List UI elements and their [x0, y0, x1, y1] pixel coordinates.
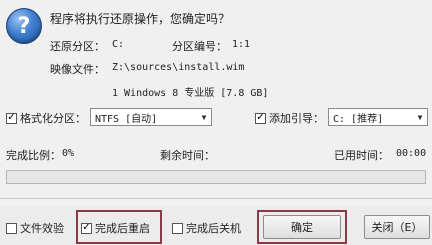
- confirm-question: 程序将执行还原操作，您确定吗？: [50, 12, 231, 26]
- complete-ratio-value: 0%: [62, 148, 75, 159]
- image-entry[interactable]: 1 Windows 8 专业版 [7.8 GB]: [112, 84, 268, 99]
- add-bootloader-label: 添加引导：: [269, 112, 324, 125]
- close-button[interactable]: 关闭（E）: [364, 215, 430, 239]
- chevron-down-icon: ▼: [417, 112, 423, 122]
- restore-partition-value: C:: [112, 39, 125, 50]
- format-partition-option[interactable]: ✓ 格式化分区：: [6, 110, 86, 126]
- elapsed-time-value: 00:00: [396, 148, 427, 159]
- partition-number-value: 1:1: [232, 39, 251, 50]
- format-partition-checkbox[interactable]: ✓: [6, 112, 17, 124]
- file-verify-checkbox[interactable]: [6, 222, 17, 234]
- file-verify-label: 文件效验: [20, 222, 64, 235]
- partition-number-label: 分区编号：: [172, 40, 227, 53]
- shutdown-after-label: 完成后关机: [186, 222, 241, 235]
- chevron-down-icon: ▼: [201, 112, 207, 122]
- progress-bar: [6, 170, 426, 184]
- question-icon: ?: [6, 8, 42, 44]
- add-bootloader-option[interactable]: ✓ 添加引导：: [255, 110, 324, 126]
- shutdown-after-option[interactable]: 完成后关机: [172, 220, 241, 236]
- filesystem-select-value: NTFS [自动]: [95, 113, 158, 125]
- image-file-label: 映像文件：: [50, 63, 105, 76]
- elapsed-time-label: 已用时间：: [334, 149, 389, 162]
- boot-drive-select-value: C: [推荐]: [333, 113, 384, 125]
- format-partition-label: 格式化分区：: [20, 112, 86, 125]
- remaining-time-label: 剩余时间：: [160, 149, 215, 162]
- complete-ratio-label: 完成比例：: [6, 149, 61, 162]
- restore-partition-label: 还原分区：: [50, 40, 105, 53]
- restart-after-option[interactable]: ✓ 完成后重启: [81, 220, 150, 236]
- shutdown-after-checkbox[interactable]: [172, 222, 183, 234]
- image-file-path: Z:\sources\install.wim: [112, 62, 245, 73]
- boot-drive-select[interactable]: C: [推荐] ▼: [328, 108, 428, 126]
- ok-button[interactable]: 确定: [263, 215, 341, 239]
- add-bootloader-checkbox[interactable]: ✓: [255, 112, 266, 124]
- file-verify-option[interactable]: 文件效验: [6, 220, 64, 236]
- divider: [0, 198, 432, 199]
- restart-after-checkbox[interactable]: ✓: [81, 222, 92, 234]
- restart-after-label: 完成后重启: [95, 222, 150, 235]
- filesystem-select[interactable]: NTFS [自动] ▼: [90, 108, 212, 126]
